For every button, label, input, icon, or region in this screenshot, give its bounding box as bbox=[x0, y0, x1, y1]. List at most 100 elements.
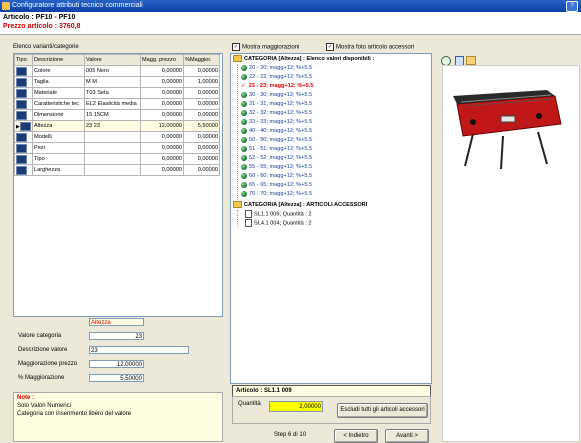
table-row[interactable]: Taglia M M 0,00000 1,00000 bbox=[14, 76, 220, 88]
price-surcharge-cell: 0,00000 bbox=[140, 65, 184, 77]
show-surcharges-option[interactable]: ✓ Mostra maggiorazioni bbox=[232, 43, 299, 51]
value-bullet-icon bbox=[241, 118, 247, 125]
tree-value-item[interactable]: 70 - 70; magg+12; %+5.5 bbox=[241, 190, 312, 199]
show-photo-checkbox[interactable]: ✓ bbox=[326, 43, 334, 51]
tree-value-label: 22 - 22; magg+12; %+5.5 bbox=[249, 74, 313, 80]
tree-value-label: 30 - 30; magg+12; %+5.5 bbox=[249, 92, 313, 98]
value-bullet-icon bbox=[241, 73, 247, 80]
table-row[interactable]: Caratteristiche tec EL2 Elasticità media 0… bbox=[14, 98, 220, 110]
tree-value-item[interactable]: 30 - 30; magg+12; %+5.5 bbox=[241, 91, 312, 100]
tree-accessory-item[interactable]: SL1.1 009; Quantità : 2 bbox=[245, 210, 312, 219]
tree-value-item[interactable]: 52 - 52; magg+12; %+5.5 bbox=[241, 154, 312, 163]
percent-surcharge-cell: 0,00000 bbox=[183, 153, 220, 165]
percent-surcharge-cell: 0,00000 bbox=[183, 98, 220, 110]
tree-value-label: 55 - 55; magg+12; %+5.5 bbox=[249, 164, 313, 170]
percent-surcharge-label: % Maggiorazione bbox=[18, 375, 65, 381]
category-icon bbox=[16, 110, 27, 120]
tree-accessories-label: CATEGORIA [Altezza] : ARTICOLI ACCESSORI bbox=[244, 202, 368, 208]
show-surcharges-checkbox[interactable]: ✓ bbox=[232, 43, 240, 51]
column-header[interactable]: Tipo bbox=[14, 54, 33, 66]
value-cell bbox=[84, 164, 141, 176]
row-type-cell bbox=[14, 98, 33, 110]
tree-value-item[interactable]: 20 - 20; magg+12; %+5.5 bbox=[241, 64, 312, 73]
value-cell bbox=[84, 131, 141, 143]
next-button[interactable]: Avanti > bbox=[385, 429, 429, 443]
tree-value-item[interactable]: 60 - 60; magg+12; %+5.5 bbox=[241, 172, 312, 181]
value-cell bbox=[84, 153, 141, 165]
description-cell: Altezza bbox=[32, 120, 85, 132]
article-header: Articolo : PF10 - PF10 Prezzo articolo :… bbox=[0, 12, 581, 35]
column-header[interactable]: Valore bbox=[84, 54, 141, 66]
category-value-label: Valore categoria bbox=[18, 333, 62, 339]
tree-value-label: 50 - 50; magg+12; %+5.5 bbox=[249, 137, 313, 143]
category-icon bbox=[19, 121, 31, 131]
table-row[interactable]: ▶ Altezza 23 23 12,00000 5,50000 bbox=[14, 120, 220, 132]
tree-value-item[interactable]: 22 - 22; magg+12; %+5.5 bbox=[241, 73, 312, 82]
percent-surcharge-cell: 0,00000 bbox=[183, 164, 220, 176]
value-bullet-icon bbox=[241, 64, 247, 71]
tree-value-item[interactable]: 40 - 40; magg+12; %+5.5 bbox=[241, 127, 312, 136]
tree-value-item[interactable]: 32 - 32; magg+12; %+5.5 bbox=[241, 109, 312, 118]
percent-surcharge-input[interactable]: 5,50000 bbox=[89, 374, 144, 382]
value-cell: EL2 Elasticità media bbox=[84, 98, 141, 110]
table-row[interactable]: Pesi 0,00000 0,00000 bbox=[14, 142, 220, 154]
quantity-input[interactable]: 2,00000 bbox=[269, 401, 323, 412]
category-icon bbox=[16, 143, 27, 153]
open-folder-icon[interactable] bbox=[466, 56, 476, 65]
tree-value-item[interactable]: 55 - 55; magg+12; %+5.5 bbox=[241, 163, 312, 172]
show-photo-option[interactable]: ✓ Mostra foto articolo accessori bbox=[326, 43, 414, 51]
value-description-input[interactable]: 23 bbox=[89, 346, 189, 354]
category-value-input[interactable]: 23 bbox=[89, 332, 144, 340]
value-cell: T03 Seta bbox=[84, 87, 141, 99]
tree-accessory-item[interactable]: SL4.1 004; Quantità : 2 bbox=[245, 219, 312, 228]
row-type-cell bbox=[14, 131, 33, 143]
percent-surcharge-cell: 0,00000 bbox=[183, 87, 220, 99]
table-row[interactable]: Modelli 0,00000 0,00000 bbox=[14, 131, 220, 143]
tree-value-item[interactable]: 33 - 33; magg+12; %+5.5 bbox=[241, 118, 312, 127]
show-photo-label: Mostra foto articolo accessori bbox=[336, 44, 415, 51]
values-tree: CATEGORIA [Altezza] : Elenco valori disp… bbox=[230, 53, 432, 384]
accessory-label: SL4.1 004; Quantità : 2 bbox=[254, 220, 312, 227]
price-surcharge-input[interactable]: 12,00000 bbox=[89, 360, 144, 368]
category-icon bbox=[16, 154, 27, 164]
tree-value-label: 70 - 70; magg+12; %+5.5 bbox=[249, 191, 313, 197]
value-bullet-icon bbox=[241, 109, 247, 116]
category-icon bbox=[16, 88, 27, 98]
value-bullet-icon bbox=[241, 163, 247, 170]
exclude-accessories-button[interactable]: Escludi tutti gli articoli accessori bbox=[337, 403, 428, 418]
price-surcharge-cell: 12,00000 bbox=[140, 120, 184, 132]
column-header[interactable]: %Maggior. bbox=[183, 54, 220, 66]
tree-connector bbox=[237, 64, 238, 200]
row-type-cell bbox=[14, 153, 33, 165]
article-code: Articolo : PF10 - PF10 bbox=[3, 14, 76, 21]
column-header[interactable]: Descrizione bbox=[32, 54, 85, 66]
table-row[interactable]: Dimensione 15 15CM 0,00000 0,00000 bbox=[14, 109, 220, 121]
tree-root-accessories[interactable]: CATEGORIA [Altezza] : ARTICOLI ACCESSORI bbox=[233, 201, 367, 210]
table-row[interactable]: Materiale T03 Seta 0,00000 0,00000 bbox=[14, 87, 220, 99]
tree-value-item[interactable]: 65 - 65; magg+12; %+5.5 bbox=[241, 181, 312, 190]
percent-surcharge-cell: 0,00000 bbox=[183, 65, 220, 77]
value-bullet-icon bbox=[241, 145, 247, 152]
row-type-cell bbox=[14, 65, 33, 77]
table-row[interactable]: Colore 005 Nero 0,00000 0,00000 bbox=[14, 65, 220, 77]
tree-value-item[interactable]: ✓ 23 - 23; magg+12; %+5.5 bbox=[241, 82, 313, 91]
table-row[interactable]: Tipo 0,00000 0,00000 bbox=[14, 153, 220, 165]
row-type-cell: ▶ bbox=[14, 120, 33, 132]
accessory-label: SL1.1 009; Quantità : 2 bbox=[254, 211, 312, 218]
row-type-cell bbox=[14, 164, 33, 176]
tree-root-values[interactable]: CATEGORIA [Altezza] : Elenco valori disp… bbox=[233, 55, 374, 64]
tree-value-item[interactable]: 31 - 31; magg+12; %+5.5 bbox=[241, 100, 312, 109]
category-name-field: Altezza bbox=[89, 318, 144, 326]
category-icon bbox=[16, 99, 27, 109]
folder-icon bbox=[233, 201, 242, 209]
tree-value-item[interactable]: 51 - 51; magg+12; %+5.5 bbox=[241, 145, 312, 154]
table-row[interactable]: Larghezza 0,00000 0,00000 bbox=[14, 164, 220, 176]
back-button[interactable]: < Indietro bbox=[334, 429, 378, 443]
help-button[interactable]: ? bbox=[566, 1, 578, 12]
tree-value-label: 33 - 33; magg+12; %+5.5 bbox=[249, 119, 313, 125]
row-type-cell bbox=[14, 142, 33, 154]
tree-value-item[interactable]: 50 - 50; magg+12; %+5.5 bbox=[241, 136, 312, 145]
value-cell: 005 Nero bbox=[84, 65, 141, 77]
column-header[interactable]: Magg. prezzo bbox=[140, 54, 184, 66]
tree-value-label: 52 - 52; magg+12; %+5.5 bbox=[249, 155, 313, 161]
